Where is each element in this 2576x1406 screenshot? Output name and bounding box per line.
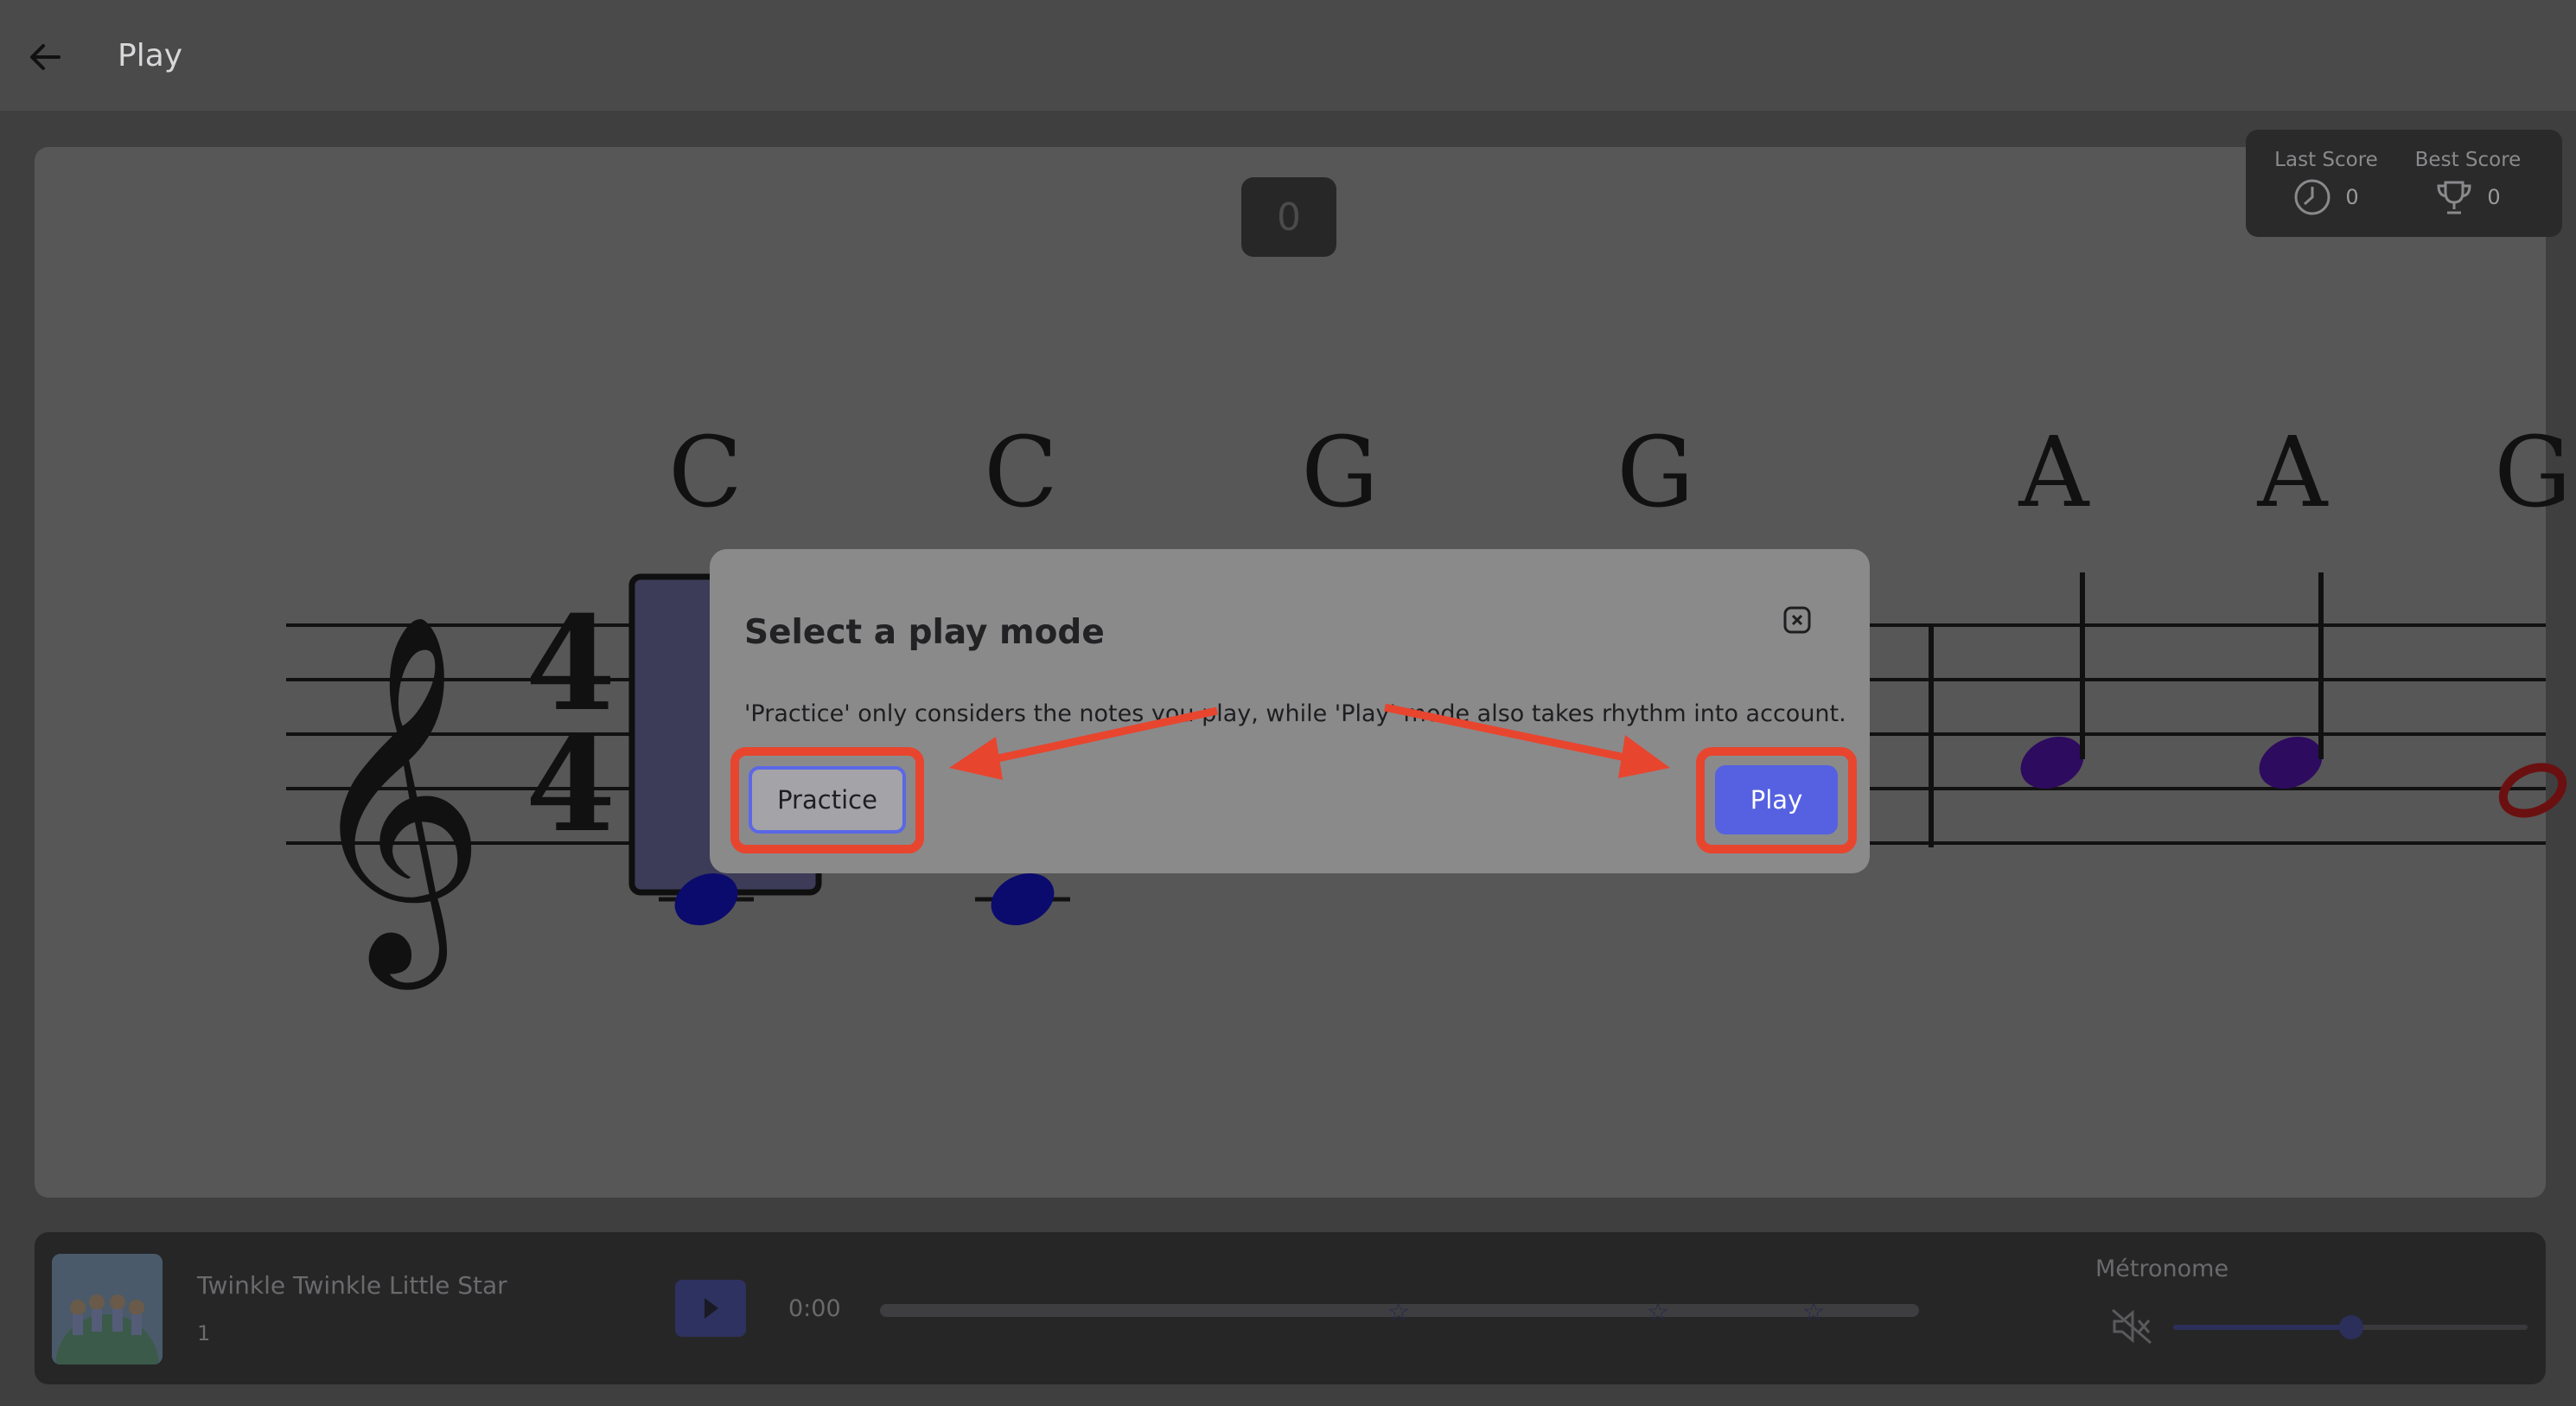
last-score-label: Last Score	[2274, 149, 2378, 171]
last-score-value: 0	[2345, 185, 2359, 209]
best-score-label: Best Score	[2414, 149, 2522, 171]
elapsed-time: 0:00	[788, 1295, 841, 1322]
progress-bar[interactable]	[880, 1304, 1919, 1317]
dialog-title: Select a play mode	[744, 613, 1105, 652]
trophy-icon	[2437, 181, 2471, 214]
best-score-value: 0	[2487, 185, 2501, 209]
practice-button[interactable]: Practice	[749, 766, 906, 834]
clock-icon	[2294, 179, 2331, 215]
note-label: C	[668, 417, 743, 529]
play-mode-button[interactable]: Play	[1715, 765, 1838, 834]
best-score: Best Score 0	[2403, 149, 2533, 216]
note-label: A	[2257, 417, 2329, 529]
volume-fill	[2173, 1325, 2350, 1330]
play-button[interactable]	[675, 1280, 746, 1337]
song-number: 1	[197, 1321, 211, 1345]
time-signature-bottom: 4	[526, 709, 615, 861]
song-thumbnail	[52, 1254, 163, 1364]
song-title: Twinkle Twinkle Little Star	[197, 1271, 507, 1300]
note-label: G	[1301, 417, 1378, 529]
dialog-description: 'Practice' only considers the notes you …	[744, 700, 1846, 727]
note-label: C	[984, 417, 1058, 529]
metronome-label: Métronome	[2095, 1256, 2229, 1282]
close-icon[interactable]	[1782, 605, 1812, 635]
score-panel: Last Score 0 Best Score 0	[2246, 130, 2562, 237]
play-icon	[705, 1298, 718, 1319]
current-score: 0	[1241, 177, 1336, 257]
note-label: G	[2494, 417, 2571, 529]
volume-knob[interactable]	[2339, 1315, 2363, 1339]
note-label: A	[2018, 417, 2090, 529]
last-score: Last Score 0	[2261, 149, 2391, 216]
note-label: G	[1616, 417, 1693, 529]
treble-clef-icon: 𝄞	[303, 610, 487, 992]
volume-mute-icon[interactable]	[2110, 1307, 2153, 1345]
note	[991, 872, 1055, 926]
